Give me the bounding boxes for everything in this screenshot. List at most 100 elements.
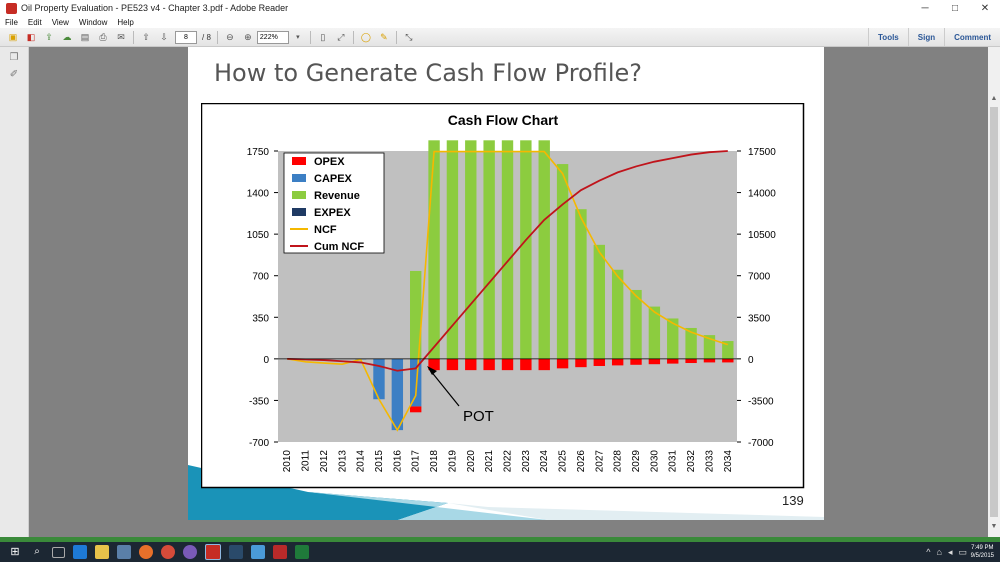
comment-link[interactable]: Comment [944,28,1000,46]
clock[interactable]: 7:49 PM 9/5/2015 [971,544,994,560]
excel-icon[interactable] [295,545,309,559]
toolbar-separator [395,30,397,44]
create-pdf-icon[interactable]: ◧ [24,31,38,43]
attachments-icon[interactable]: ✐ [8,69,20,81]
volume-icon[interactable]: ◂ [948,547,953,558]
opex-bar [722,358,734,363]
menu-bar: File Edit View Window Help [0,16,1000,28]
legend-label: CAPEX [314,173,353,185]
toolbar-separator [352,30,354,44]
viber-icon[interactable] [183,545,197,559]
maximize-button[interactable]: □ [940,0,970,16]
x-tick-label: 2017 [411,450,422,473]
opex-bar [575,358,587,368]
page-number-input[interactable]: 8 [175,30,197,44]
left-tick-label: 350 [252,313,269,324]
navigation-panel: ❐ ✐ [0,47,29,537]
menu-help[interactable]: Help [112,18,138,27]
x-tick-label: 2016 [392,450,403,473]
tray-chevron-icon[interactable]: ^ [926,547,930,557]
revenue-bar [593,244,605,359]
minimize-button[interactable]: ─ [910,0,940,16]
adobe-reader-taskbar-icon[interactable] [205,544,221,560]
fit-page-icon[interactable]: ▯ [316,31,330,43]
dota-icon[interactable] [273,545,287,559]
close-button[interactable]: ✕ [970,0,1000,16]
scroll-up-icon[interactable]: ▲ [988,95,1000,105]
x-tick-label: 2021 [484,450,495,473]
right-tick-label: 7000 [748,272,771,283]
highlight-icon[interactable]: ✎ [377,31,391,43]
menu-view[interactable]: View [47,18,74,27]
opex-bar [667,358,679,364]
pot-label: POT [463,408,494,425]
revenue-bar [428,140,440,359]
x-tick-label: 2018 [429,450,440,473]
toolbar-separator [309,30,311,44]
opex-bar [593,358,605,366]
menu-window[interactable]: Window [74,18,112,27]
email-icon[interactable]: ✉ [114,31,128,43]
chart-title: Cash Flow Chart [448,112,559,128]
file-explorer-icon[interactable] [95,545,109,559]
previous-page-icon[interactable]: ⇧ [139,31,153,43]
opex-bar [648,358,661,365]
search-icon[interactable]: ⌕ [30,545,44,559]
legend-swatch [292,208,306,216]
clock-date: 9/5/2015 [970,553,994,559]
chrome-icon[interactable] [161,545,175,559]
adobe-reader-icon [6,2,17,14]
mail-icon[interactable] [251,545,265,559]
steam-icon[interactable] [229,545,243,559]
x-tick-label: 2031 [668,450,679,473]
revenue-bar [538,140,550,359]
left-tick-label: 1750 [247,147,270,158]
page-thumbnails-icon[interactable]: ❐ [8,52,20,64]
x-tick-label: 2029 [631,450,642,473]
cloud-icon[interactable]: ☁ [60,31,74,43]
slide-page-number: 139 [782,493,804,508]
left-tick-label: 0 [263,355,269,366]
menu-file[interactable]: File [0,18,23,27]
keyboard-icon[interactable]: ▭ [958,547,967,558]
legend-label: OPEX [314,156,345,168]
opex-bar [483,358,495,371]
scroll-down-icon[interactable]: ▼ [988,523,1000,533]
comment-icon[interactable]: ◯ [359,31,373,43]
legend-label: NCF [314,224,337,236]
firefox-icon[interactable] [139,545,153,559]
revenue-bar [465,140,477,359]
tools-link[interactable]: Tools [868,28,908,46]
clock-time: 7:49 PM [971,545,994,551]
opex-bar [611,358,624,366]
scrollbar-thumb[interactable] [990,107,998,517]
start-windows-icon[interactable]: ⊞ [8,545,22,559]
menu-edit[interactable]: Edit [23,18,47,27]
share-icon[interactable]: ⇪ [42,31,56,43]
right-tick-label: 14000 [748,189,776,200]
zoom-in-icon[interactable]: ⊕ [241,31,255,43]
store-icon[interactable] [117,545,131,559]
open-icon[interactable]: ▣ [6,31,20,43]
zoom-level-input[interactable]: 222% [256,30,289,44]
edge-icon[interactable] [73,545,87,559]
fit-width-icon[interactable]: ⤢ [334,31,348,43]
network-icon[interactable]: ⌂ [937,547,942,557]
legend-label: Revenue [314,190,360,202]
next-page-icon[interactable]: ⇩ [157,31,171,43]
vertical-scrollbar[interactable]: ▲ ▼ [988,47,1000,537]
zoom-out-icon[interactable]: ⊖ [223,31,237,43]
toolbar: ▣ ◧ ⇪ ☁ ▤ ⎙ ✉ ⇧ ⇩ 8 / 8 ⊖ ⊕ 222% ▾ ▯ ⤢ ◯… [0,28,1000,47]
save-icon[interactable]: ▤ [78,31,92,43]
sign-link[interactable]: Sign [907,28,944,46]
task-view-icon[interactable] [52,546,65,558]
zoom-dropdown-icon[interactable]: ▾ [291,31,305,43]
page-total: / 8 [202,32,211,42]
toolbar-separator [216,30,218,44]
read-mode-icon[interactable]: ⤡ [402,31,416,43]
print-icon[interactable]: ⎙ [96,31,110,43]
revenue-bar [575,209,587,359]
legend-swatch [292,191,306,199]
right-tick-label: 3500 [748,313,771,324]
left-tick-label: 1400 [247,189,270,200]
